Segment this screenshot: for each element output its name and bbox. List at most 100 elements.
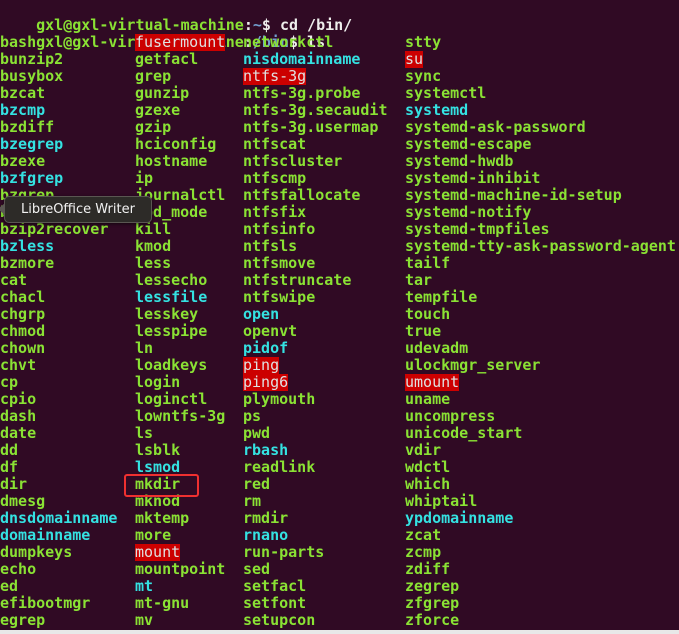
file-entry: tempfile — [405, 288, 478, 306]
file-entry: mountpoint — [135, 560, 226, 578]
file-entry: kmod — [135, 237, 172, 255]
file-entry: red — [243, 475, 271, 493]
file-entry: ntfscat — [243, 135, 307, 153]
file-entry: zegrep — [405, 577, 460, 595]
file-entry: grep — [135, 67, 172, 85]
file-entry: ntfswipe — [243, 288, 316, 306]
file-entry: bzip2recover — [0, 220, 109, 238]
file-entry: lessfile — [135, 288, 208, 306]
file-entry: chacl — [0, 288, 46, 306]
file-entry: plymouth — [243, 390, 316, 408]
file-entry: dmesg — [0, 492, 46, 510]
file-entry: systemctl — [405, 84, 487, 102]
file-entry: ntfsfix — [243, 203, 307, 221]
file-entry: readlink — [243, 458, 316, 476]
file-entry: zcat — [405, 526, 442, 544]
file-entry: zdiff — [405, 560, 451, 578]
file-entry: setupcon — [243, 611, 316, 629]
file-entry: domainname — [0, 526, 91, 544]
file-entry: mktemp — [135, 509, 190, 527]
file-entry: systemd-escape — [405, 135, 532, 153]
file-entry: efibootmgr — [0, 594, 91, 612]
file-entry: pidof — [243, 339, 289, 357]
file-entry: ntfsls — [243, 237, 298, 255]
file-entry: stty — [405, 33, 442, 51]
file-entry: whiptail — [405, 492, 478, 510]
file-entry: ls — [135, 424, 154, 442]
file-entry: run-parts — [243, 543, 325, 561]
file-entry: systemd-machine-id-setup — [405, 186, 622, 204]
file-entry: ntfs-3g.usermap — [243, 118, 379, 136]
file-entry: ln — [135, 339, 154, 357]
file-entry: wdctl — [405, 458, 451, 476]
file-entry: ntfsinfo — [243, 220, 316, 238]
file-entry: systemd-tmpfiles — [405, 220, 550, 238]
file-entry: ntfstruncate — [243, 271, 352, 289]
file-entry: mt-gnu — [135, 594, 190, 612]
file-entry: mount — [135, 543, 181, 561]
file-entry: rnano — [243, 526, 289, 544]
file-entry: systemd-ask-password — [405, 118, 586, 136]
file-entry: less — [135, 254, 172, 272]
file-entry: open — [243, 305, 280, 323]
file-entry: egrep — [0, 611, 46, 629]
file-entry: more — [135, 526, 172, 544]
file-entry: setfont — [243, 594, 307, 612]
file-entry: cat — [0, 271, 28, 289]
file-entry: fusermount — [135, 33, 226, 51]
file-entry: dir — [0, 475, 28, 493]
file-entry: lesspipe — [135, 322, 208, 340]
file-entry: getfacl — [135, 50, 199, 68]
file-entry: bzcat — [0, 84, 46, 102]
file-entry: lesskey — [135, 305, 199, 323]
file-entry: bash — [0, 33, 37, 51]
file-entry: ntfs-3g.secaudit — [243, 101, 388, 119]
file-entry: systemd — [405, 101, 469, 119]
file-entry: dumpkeys — [0, 543, 73, 561]
file-entry: bzcmp — [0, 101, 46, 119]
file-entry: ntfscmp — [243, 169, 307, 187]
file-entry: su — [405, 50, 424, 68]
file-entry: hciconfig — [135, 135, 217, 153]
file-entry: rm — [243, 492, 262, 510]
file-entry: systemd-tty-ask-password-agent — [405, 237, 676, 255]
file-entry: uncompress — [405, 407, 496, 425]
file-entry: date — [0, 424, 37, 442]
file-entry: ntfsfallocate — [243, 186, 361, 204]
file-entry: dash — [0, 407, 37, 425]
file-entry: umount — [405, 373, 460, 391]
file-entry: ntfsmove — [243, 254, 316, 272]
file-entry: loadkeys — [135, 356, 208, 374]
file-entry: lsblk — [135, 441, 181, 459]
file-entry: systemd-inhibit — [405, 169, 541, 187]
file-entry: ntfscluster — [243, 152, 343, 170]
file-entry: zforce — [405, 611, 460, 629]
file-entry: ping6 — [243, 373, 289, 391]
tooltip-libreoffice-writer: LibreOffice Writer — [0, 196, 152, 223]
file-entry: ip — [135, 169, 154, 187]
file-entry: ed — [0, 577, 19, 595]
file-entry: nisdomainname — [243, 50, 361, 68]
file-entry: chvt — [0, 356, 37, 374]
file-entry: ntfs-3g.probe — [243, 84, 361, 102]
file-entry: loginctl — [135, 390, 208, 408]
file-entry: bzegrep — [0, 135, 64, 153]
file-entry: bzexe — [0, 152, 46, 170]
file-entry: zfgrep — [405, 594, 460, 612]
file-entry: lowntfs-3g — [135, 407, 226, 425]
file-entry: systemd-hwdb — [405, 152, 514, 170]
file-entry: gzip — [135, 118, 172, 136]
file-entry: bunzip2 — [0, 50, 64, 68]
file-entry: bzless — [0, 237, 55, 255]
file-entry: ypdomainname — [405, 509, 514, 527]
file-entry: uname — [405, 390, 451, 408]
prompt-line-1: gxl@gxl-virtual-machine:~$ cd /bin/ — [0, 0, 352, 34]
file-entry: rmdir — [243, 509, 289, 527]
file-entry: lessecho — [135, 271, 208, 289]
file-entry: gunzip — [135, 84, 190, 102]
file-entry: pwd — [243, 424, 271, 442]
file-entry: hostname — [135, 152, 208, 170]
file-entry: dd — [0, 441, 19, 459]
file-entry: mt — [135, 577, 154, 595]
file-entry: openvt — [243, 322, 298, 340]
